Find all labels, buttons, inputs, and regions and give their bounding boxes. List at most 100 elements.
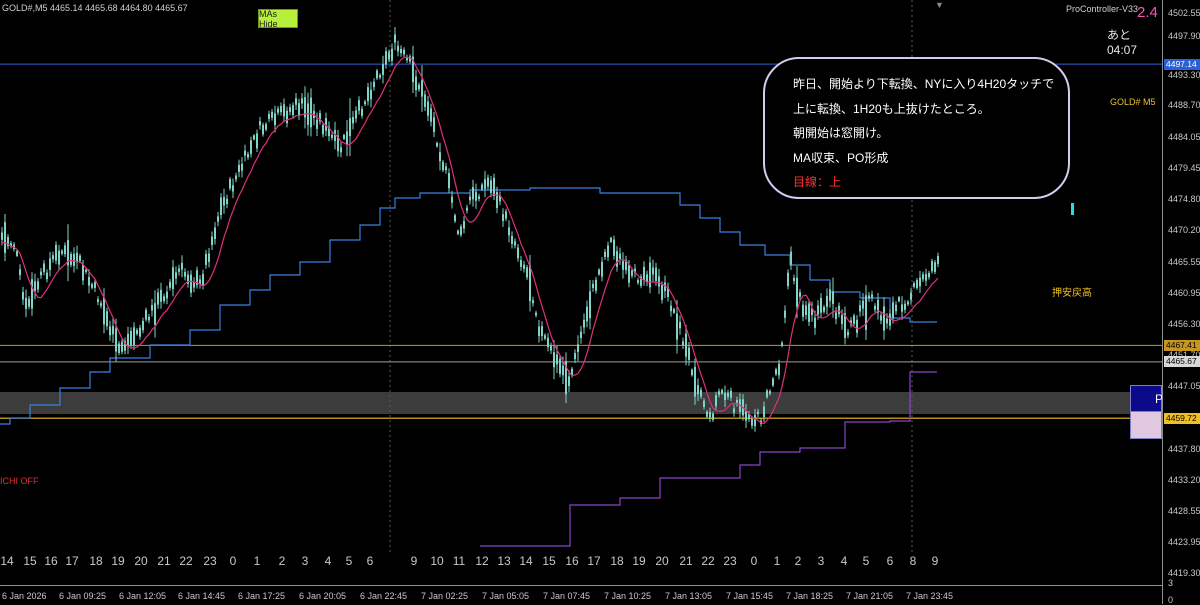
support-zone	[0, 392, 1162, 414]
candle-body	[922, 274, 924, 280]
hour-label: 1	[773, 554, 781, 568]
date-label: 6 Jan 2026	[2, 591, 47, 601]
candle-body	[94, 282, 96, 289]
candle-body	[784, 310, 786, 318]
bar-countdown: あと 04:07	[1107, 28, 1138, 57]
candle-body	[142, 320, 144, 331]
candle-body	[322, 124, 324, 135]
candle-body	[697, 385, 699, 395]
note-line: 朝開始は窓開け。	[793, 126, 889, 140]
chevron-down-icon[interactable]: ▼	[935, 0, 944, 10]
price-tick-label: 4460.95	[1168, 288, 1200, 298]
price-axis[interactable]: 4502.55 4497.90 4493.30 4488.70 4484.05 4479.…	[1162, 0, 1200, 605]
ichimoku-off-toggle[interactable]: ICHI OFF	[0, 476, 39, 486]
candle-body	[517, 247, 519, 259]
candle-body	[259, 121, 261, 126]
candle-body	[769, 390, 771, 394]
hour-label: 2	[794, 554, 802, 568]
candle-body	[52, 255, 54, 260]
price-tick-label: 4470.20	[1168, 225, 1200, 235]
candle-body	[835, 312, 837, 320]
candle-body	[574, 353, 576, 360]
candle-body	[652, 267, 654, 275]
candle-body	[292, 105, 294, 116]
candle-body	[712, 413, 714, 420]
candle-body	[367, 87, 369, 101]
hour-label: 11	[452, 554, 466, 568]
candle-body	[286, 110, 288, 124]
hour-label: 5	[862, 554, 870, 568]
candle-body	[268, 113, 270, 119]
hour-label: 14	[0, 554, 14, 568]
candle-body	[613, 239, 615, 256]
candle-body	[820, 297, 822, 313]
date-label: 6 Jan 17:25	[238, 591, 286, 601]
candle-body	[745, 411, 747, 421]
candle-body	[619, 253, 621, 259]
candle-body	[490, 180, 492, 193]
candle-body	[250, 140, 252, 154]
date-label: 7 Jan 05:05	[482, 591, 530, 601]
candle-body	[388, 52, 390, 60]
candle-body	[64, 245, 66, 255]
candle-body	[256, 133, 258, 149]
hour-label: 20	[134, 554, 148, 568]
price-tick-label: 4488.70	[1168, 100, 1200, 110]
note-bias: 目線：上	[793, 175, 842, 189]
candle-body	[451, 196, 453, 203]
candle-body	[721, 389, 723, 394]
side-widget-button[interactable]: P	[1130, 385, 1162, 412]
price-tick-label: 4493.30	[1168, 70, 1200, 80]
candle-body	[109, 326, 111, 336]
candle-body	[274, 113, 276, 126]
candle-body	[772, 378, 774, 386]
candle-body	[229, 178, 231, 189]
candle-body	[349, 118, 351, 137]
hour-label: 21	[157, 554, 171, 568]
hour-label: 17	[587, 554, 601, 568]
price-level-tag: 4459.72	[1164, 412, 1200, 424]
candle-body	[130, 331, 132, 346]
candle-body	[763, 406, 765, 417]
candle-body	[934, 262, 936, 272]
candle-body	[583, 319, 585, 328]
candle-body	[244, 150, 246, 156]
candle-body	[280, 106, 282, 113]
candle-body	[553, 352, 555, 368]
price-tick-label: 4428.55	[1168, 506, 1200, 516]
candle-body	[859, 305, 861, 312]
candle-body	[895, 304, 897, 312]
hour-label: 4	[840, 554, 848, 568]
candle-body	[157, 292, 159, 305]
candle-body	[673, 308, 675, 313]
mas-hide-button[interactable]: MAs Hide	[258, 9, 298, 29]
candle-body	[118, 343, 120, 353]
candle-body	[34, 281, 36, 292]
candle-body	[136, 329, 138, 334]
note-line: 昨日、開始より下転換、NYに入り4H20タッチで	[793, 77, 1055, 91]
candle-body	[400, 48, 402, 54]
side-panel-widget[interactable]: P	[1130, 385, 1162, 439]
side-widget-field[interactable]	[1130, 412, 1162, 439]
date-label: 6 Jan 20:05	[299, 591, 347, 601]
candle-body	[544, 335, 546, 339]
candle-body	[841, 314, 843, 324]
date-label: 7 Jan 15:45	[726, 591, 774, 601]
symbol-timeframe-label: GOLD# M5	[1110, 97, 1156, 107]
hour-label: 9	[931, 554, 939, 568]
candle-body	[88, 276, 90, 286]
candle-body	[883, 306, 885, 331]
candle-body	[316, 119, 318, 129]
candle-body	[637, 280, 639, 283]
candle-body	[214, 227, 216, 240]
candle-body	[751, 418, 753, 426]
candle-body	[262, 124, 264, 135]
candle-body	[175, 272, 177, 279]
candle-body	[103, 297, 105, 325]
candle-body	[16, 251, 18, 256]
price-tick-label: 4447.05	[1168, 381, 1200, 391]
chart-area[interactable]: GOLD#,M5 4465.14 4465.68 4464.80 4465.67…	[0, 0, 1162, 604]
candle-body	[508, 227, 510, 236]
candle-body	[151, 305, 153, 311]
note-line: MA収束、PO形成	[793, 150, 889, 165]
